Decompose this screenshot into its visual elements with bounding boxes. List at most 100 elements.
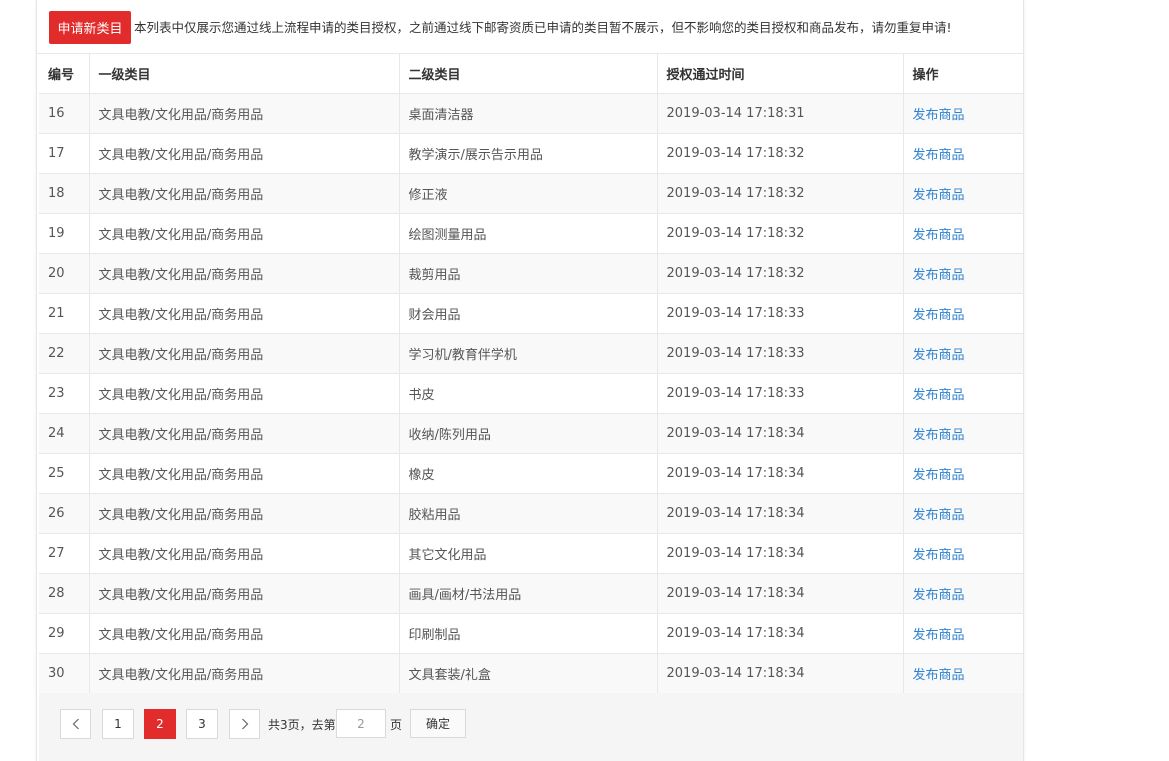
cell-time: 2019-03-14 17:18:32: [657, 213, 904, 254]
cell-action: 发布商品: [903, 453, 1023, 494]
table-row: 20 文具电教/文化用品/商务用品 裁剪用品 2019-03-14 17:18:32 发…: [39, 253, 1023, 294]
goto-confirm-button[interactable]: 确定: [410, 709, 466, 738]
cell-time: 2019-03-14 17:18:34: [657, 653, 904, 694]
table-row: 29 文具电教/文化用品/商务用品 印刷制品 2019-03-14 17:18:34 发…: [39, 613, 1023, 654]
cell-level1: 文具电教/文化用品/商务用品: [89, 653, 400, 694]
cell-level2: 绘图测量用品: [399, 213, 658, 254]
cell-id: 20: [39, 253, 90, 294]
cell-id: 22: [39, 333, 90, 374]
cell-time: 2019-03-14 17:18:34: [657, 613, 904, 654]
cell-time: 2019-03-14 17:18:32: [657, 173, 904, 214]
cell-action: 发布商品: [903, 333, 1023, 374]
publish-product-link[interactable]: 发布商品: [913, 548, 965, 563]
table-row: 18 文具电教/文化用品/商务用品 修正液 2019-03-14 17:18:32 发布…: [39, 173, 1023, 214]
cell-time: 2019-03-14 17:18:31: [657, 93, 904, 134]
cell-level1: 文具电教/文化用品/商务用品: [89, 573, 400, 614]
notice-text: 本列表中仅展示您通过线上流程申请的类目授权，之前通过线下邮寄资质已申请的类目暂不…: [134, 20, 952, 35]
category-auth-panel: 申请新类目 本列表中仅展示您通过线上流程申请的类目授权，之前通过线下邮寄资质已申…: [36, 0, 1024, 761]
cell-time: 2019-03-14 17:18:34: [657, 413, 904, 454]
publish-product-link[interactable]: 发布商品: [913, 228, 965, 243]
cell-level1: 文具电教/文化用品/商务用品: [89, 333, 400, 374]
cell-action: 发布商品: [903, 613, 1023, 654]
prev-page-button[interactable]: [60, 709, 91, 739]
table-row: 28 文具电教/文化用品/商务用品 画具/画材/书法用品 2019-03-14 17:…: [39, 573, 1023, 614]
table-row: 19 文具电教/文化用品/商务用品 绘图测量用品 2019-03-14 17:18:3…: [39, 213, 1023, 254]
cell-id: 23: [39, 373, 90, 414]
cell-level1: 文具电教/文化用品/商务用品: [89, 293, 400, 334]
pagination-bar: 1 2 3 共3页，去第 页 确定: [39, 693, 1023, 761]
cell-level2: 画具/画材/书法用品: [399, 573, 658, 614]
cell-id: 26: [39, 493, 90, 534]
publish-product-link[interactable]: 发布商品: [913, 668, 965, 683]
table-row: 16 文具电教/文化用品/商务用品 桌面清洁器 2019-03-14 17:18:31…: [39, 93, 1023, 134]
cell-time: 2019-03-14 17:18:32: [657, 253, 904, 294]
table-body: 16 文具电教/文化用品/商务用品 桌面清洁器 2019-03-14 17:18:31…: [39, 93, 1023, 694]
publish-product-link[interactable]: 发布商品: [913, 348, 965, 363]
cell-id: 21: [39, 293, 90, 334]
cell-time: 2019-03-14 17:18:33: [657, 293, 904, 334]
cell-level2: 财会用品: [399, 293, 658, 334]
cell-level2: 学习机/教育伴学机: [399, 333, 658, 374]
publish-product-link[interactable]: 发布商品: [913, 148, 965, 163]
cell-id: 28: [39, 573, 90, 614]
cell-level1: 文具电教/文化用品/商务用品: [89, 533, 400, 574]
column-header-action: 操作: [903, 54, 1023, 94]
cell-id: 30: [39, 653, 90, 694]
publish-product-link[interactable]: 发布商品: [913, 508, 965, 523]
category-table: 编号 一级类目 二级类目 授权通过时间 操作 16 文具电教/文化用品/商务用品桌…: [39, 54, 1023, 694]
cell-action: 发布商品: [903, 533, 1023, 574]
page-unit-text: 页: [390, 718, 403, 732]
cell-level2: 其它文化用品: [399, 533, 658, 574]
cell-time: 2019-03-14 17:18:34: [657, 493, 904, 534]
page-button-3[interactable]: 3: [186, 709, 218, 739]
column-header-level1: 一级类目: [89, 54, 400, 94]
column-header-level2: 二级类目: [399, 54, 658, 94]
goto-page-input[interactable]: [336, 709, 386, 738]
cell-action: 发布商品: [903, 573, 1023, 614]
cell-id: 24: [39, 413, 90, 454]
publish-product-link[interactable]: 发布商品: [913, 108, 965, 123]
table-row: 30 文具电教/文化用品/商务用品 文具套装/礼盒 2019-03-14 17:18:…: [39, 653, 1023, 694]
cell-time: 2019-03-14 17:18:32: [657, 133, 904, 174]
publish-product-link[interactable]: 发布商品: [913, 388, 965, 403]
cell-level1: 文具电教/文化用品/商务用品: [89, 493, 400, 534]
cell-level1: 文具电教/文化用品/商务用品: [89, 173, 400, 214]
cell-level1: 文具电教/文化用品/商务用品: [89, 213, 400, 254]
page-button-1[interactable]: 1: [102, 709, 134, 739]
cell-level1: 文具电教/文化用品/商务用品: [89, 253, 400, 294]
cell-id: 16: [39, 93, 90, 134]
cell-level2: 胶粘用品: [399, 493, 658, 534]
page-button-2[interactable]: 2: [144, 709, 176, 739]
cell-action: 发布商品: [903, 93, 1023, 134]
publish-product-link[interactable]: 发布商品: [913, 188, 965, 203]
publish-product-link[interactable]: 发布商品: [913, 428, 965, 443]
table-row: 23 文具电教/文化用品/商务用品 书皮 2019-03-14 17:18:33 发布商…: [39, 373, 1023, 414]
cell-action: 发布商品: [903, 173, 1023, 214]
cell-level2: 文具套装/礼盒: [399, 653, 658, 694]
table-row: 21 文具电教/文化用品/商务用品 财会用品 2019-03-14 17:18:33 发…: [39, 293, 1023, 334]
cell-id: 27: [39, 533, 90, 574]
cell-level2: 印刷制品: [399, 613, 658, 654]
publish-product-link[interactable]: 发布商品: [913, 268, 965, 283]
column-header-id: 编号: [39, 54, 90, 94]
total-pages-text: 共3页，去第: [268, 718, 336, 732]
cell-action: 发布商品: [903, 213, 1023, 254]
publish-product-link[interactable]: 发布商品: [913, 628, 965, 643]
next-page-button[interactable]: [229, 709, 260, 739]
cell-level1: 文具电教/文化用品/商务用品: [89, 413, 400, 454]
cell-time: 2019-03-14 17:18:34: [657, 453, 904, 494]
table-row: 26 文具电教/文化用品/商务用品 胶粘用品 2019-03-14 17:18:34 发…: [39, 493, 1023, 534]
publish-product-link[interactable]: 发布商品: [913, 588, 965, 603]
cell-action: 发布商品: [903, 413, 1023, 454]
cell-action: 发布商品: [903, 493, 1023, 534]
cell-level2: 书皮: [399, 373, 658, 414]
cell-time: 2019-03-14 17:18:34: [657, 533, 904, 574]
cell-level1: 文具电教/文化用品/商务用品: [89, 613, 400, 654]
publish-product-link[interactable]: 发布商品: [913, 468, 965, 483]
cell-level2: 裁剪用品: [399, 253, 658, 294]
apply-new-category-button[interactable]: 申请新类目: [49, 11, 131, 44]
publish-product-link[interactable]: 发布商品: [913, 308, 965, 323]
chevron-right-icon: [241, 718, 248, 730]
notice-bar: 申请新类目 本列表中仅展示您通过线上流程申请的类目授权，之前通过线下邮寄资质已申…: [37, 0, 1023, 54]
column-header-time: 授权通过时间: [657, 54, 904, 94]
